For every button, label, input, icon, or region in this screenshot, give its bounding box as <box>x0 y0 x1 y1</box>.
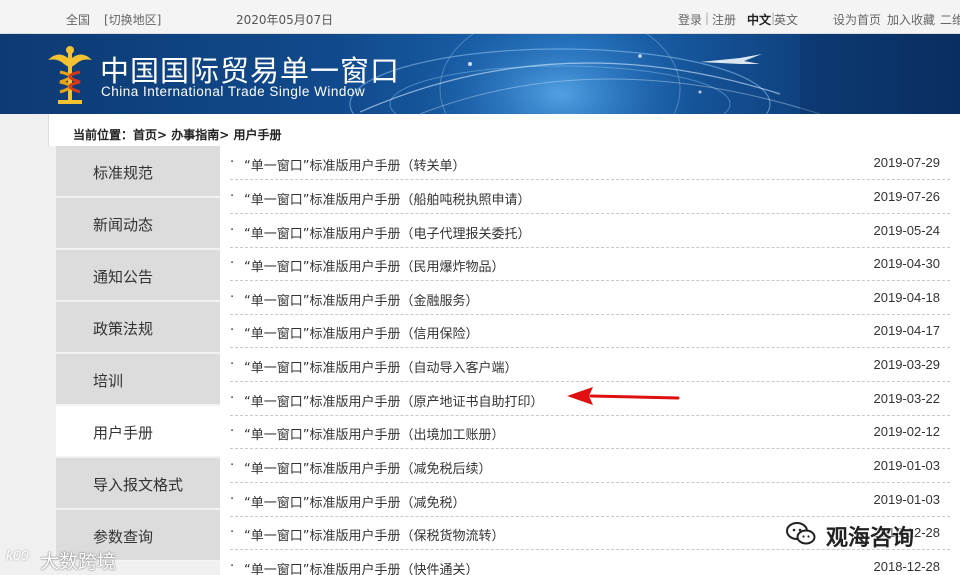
list-item-title[interactable]: “单一窗口”标准版用户手册（出境加工账册） <box>244 424 504 443</box>
list-item[interactable]: · “单一窗口”标准版用户手册（船舶吨税执照申请） 2019-07-26 <box>230 180 950 214</box>
switch-region-link[interactable]: [切换地区] <box>104 11 161 28</box>
bullet: · <box>230 155 235 170</box>
bullet: · <box>230 492 235 507</box>
sidebar-item-label: 导入报文格式 <box>93 476 184 494</box>
list-item-title[interactable]: “单一窗口”标准版用户手册（船舶吨税执照申请） <box>244 189 530 208</box>
list-item-date: 2019-01-03 <box>873 492 941 507</box>
sidebar-item-label: 培训 <box>93 372 124 390</box>
list-item[interactable]: · “单一窗口”标准版用户手册（金融服务） 2019-04-18 <box>230 281 950 315</box>
top-bar: 全国 [切换地区] 2020年05月07日 登录 | 注册 中文 | 英文 设为… <box>0 0 960 34</box>
list-item-date: 2019-07-26 <box>873 189 941 204</box>
manual-list: · “单一窗口”标准版用户手册（转关单） 2019-07-29 · “单一窗口”标准版… <box>220 146 960 575</box>
sidebar-item-label: 新闻动态 <box>93 216 154 234</box>
login-link[interactable]: 登录 <box>678 11 702 28</box>
bullet: · <box>230 323 235 338</box>
bullet: · <box>230 424 235 439</box>
list-item-title[interactable]: “单一窗口”标准版用户手册（电子代理报关委托） <box>244 223 530 242</box>
list-item-date: 2019-04-30 <box>873 256 941 271</box>
list-item[interactable]: · “单一窗口”标准版用户手册（减免税后续） 2019-01-03 <box>230 449 950 483</box>
bullet: · <box>230 223 235 238</box>
sidebar-item-user-manual[interactable]: 用户手册 <box>56 406 220 457</box>
list-item[interactable]: · “单一窗口”标准版用户手册（自动导入客户端） 2019-03-29 <box>230 348 950 382</box>
list-item-date: 2019-04-18 <box>873 290 941 305</box>
annotation-arrow-icon <box>567 387 680 405</box>
list-item-title[interactable]: “单一窗口”标准版用户手册（保税货物流转） <box>244 525 504 544</box>
sidebar-item-label: 用户手册 <box>93 424 154 442</box>
sidebar-item-label: 政策法规 <box>93 320 154 338</box>
list-item-title[interactable]: “单一窗口”标准版用户手册（减免税） <box>244 492 465 511</box>
list-item[interactable]: · “单一窗口”标准版用户手册（快件通关） 2018-12-28 <box>230 550 950 575</box>
list-item-date: 2018-12-28 <box>873 559 941 574</box>
register-link[interactable]: 注册 <box>712 11 736 28</box>
current-date: 2020年05月07日 <box>236 13 334 27</box>
bullet: · <box>230 525 235 540</box>
watermark-text: 大数跨境 <box>40 551 117 573</box>
list-item-title[interactable]: “单一窗口”标准版用户手册（快件通关） <box>244 559 478 575</box>
list-item-title[interactable]: “单一窗口”标准版用户手册（信用保险） <box>244 323 478 342</box>
watermark-badge: k00 <box>6 547 29 563</box>
list-item[interactable]: · “单一窗口”标准版用户手册（转关单） 2019-07-29 <box>230 146 950 180</box>
list-item-title[interactable]: “单一窗口”标准版用户手册（转关单） <box>244 155 465 174</box>
separator: | <box>705 11 710 25</box>
list-item[interactable]: · “单一窗口”标准版用户手册（出境加工账册） 2019-02-12 <box>230 415 950 449</box>
bullet: · <box>230 559 235 574</box>
watermark-right: 观海咨询 <box>780 517 960 551</box>
bullet: · <box>230 391 235 406</box>
list-item-title[interactable]: “单一窗口”标准版用户手册（民用爆炸物品） <box>244 256 504 275</box>
bullet: · <box>230 357 235 372</box>
site-banner: 中国国际贸易单一窗口 China International Trade Sin… <box>0 34 960 114</box>
sidebar-item-news[interactable]: 新闻动态 <box>56 198 220 249</box>
add-favorite-link[interactable]: 加入收藏 <box>887 11 935 28</box>
list-item[interactable]: · “单一窗口”标准版用户手册（民用爆炸物品） 2019-04-30 <box>230 247 950 281</box>
sidebar-item-label: 参数查询 <box>93 528 154 546</box>
lang-english-link[interactable]: 英文 <box>774 11 798 28</box>
sidebar-item-training[interactable]: 培训 <box>56 354 220 405</box>
bullet: · <box>230 458 235 473</box>
wechat-icon <box>786 522 816 545</box>
sidebar-item-label: 通知公告 <box>93 268 154 286</box>
list-item[interactable]: · “单一窗口”标准版用户手册（减免税） 2019-01-03 <box>230 483 950 517</box>
sidebar: 标准规范 新闻动态 通知公告 政策法规 培训 用户手册 导入报文格式 参数查询 <box>56 146 220 575</box>
list-item-title[interactable]: “单一窗口”标准版用户手册（减免税后续） <box>244 458 491 477</box>
site-title-en: China International Trade Single Window <box>101 84 366 99</box>
list-item[interactable]: · “单一窗口”标准版用户手册（信用保险） 2019-04-17 <box>230 314 950 348</box>
home-link[interactable]: 全国 <box>66 11 90 28</box>
qrcode-link[interactable]: 二维 <box>940 11 960 28</box>
list-item-date: 2019-03-29 <box>873 357 941 372</box>
breadcrumb-text[interactable]: 当前位置：首页> 办事指南> 用户手册 <box>73 126 281 143</box>
content-area: 当前位置：首页> 办事指南> 用户手册 标准规范 新闻动态 通知公告 政策法规 … <box>0 114 960 575</box>
watermark-left: k00 大数跨境 <box>6 545 146 575</box>
sidebar-item-notices[interactable]: 通知公告 <box>56 250 220 301</box>
list-item-date: 2019-01-03 <box>873 458 941 473</box>
sidebar-item-label: 标准规范 <box>93 164 154 182</box>
list-item-title[interactable]: “单一窗口”标准版用户手册（金融服务） <box>244 290 478 309</box>
list-item-date: 2019-02-12 <box>873 424 941 439</box>
customs-emblem-icon <box>48 46 92 104</box>
breadcrumb: 当前位置：首页> 办事指南> 用户手册 <box>48 114 960 146</box>
bullet: · <box>230 256 235 271</box>
list-item[interactable]: · “单一窗口”标准版用户手册（电子代理报关委托） 2019-05-24 <box>230 214 950 248</box>
sidebar-item-standards[interactable]: 标准规范 <box>56 146 220 197</box>
list-item-date: 2019-07-29 <box>873 155 941 170</box>
list-item-date: 2019-03-22 <box>873 391 941 406</box>
sidebar-item-import-formats[interactable]: 导入报文格式 <box>56 458 220 509</box>
list-item-date: 2019-04-17 <box>873 323 941 338</box>
list-item-title[interactable]: “单一窗口”标准版用户手册（自动导入客户端） <box>244 357 517 376</box>
list-item-date: 2019-05-24 <box>873 223 941 238</box>
bullet: · <box>230 189 235 204</box>
bullet: · <box>230 290 235 305</box>
lang-chinese-link[interactable]: 中文 <box>747 11 771 28</box>
list-item-title[interactable]: “单一窗口”标准版用户手册（原产地证书自助打印） <box>244 391 543 410</box>
set-homepage-link[interactable]: 设为首页 <box>833 11 881 28</box>
watermark-text: 观海咨询 <box>826 526 915 551</box>
sidebar-item-policies[interactable]: 政策法规 <box>56 302 220 353</box>
